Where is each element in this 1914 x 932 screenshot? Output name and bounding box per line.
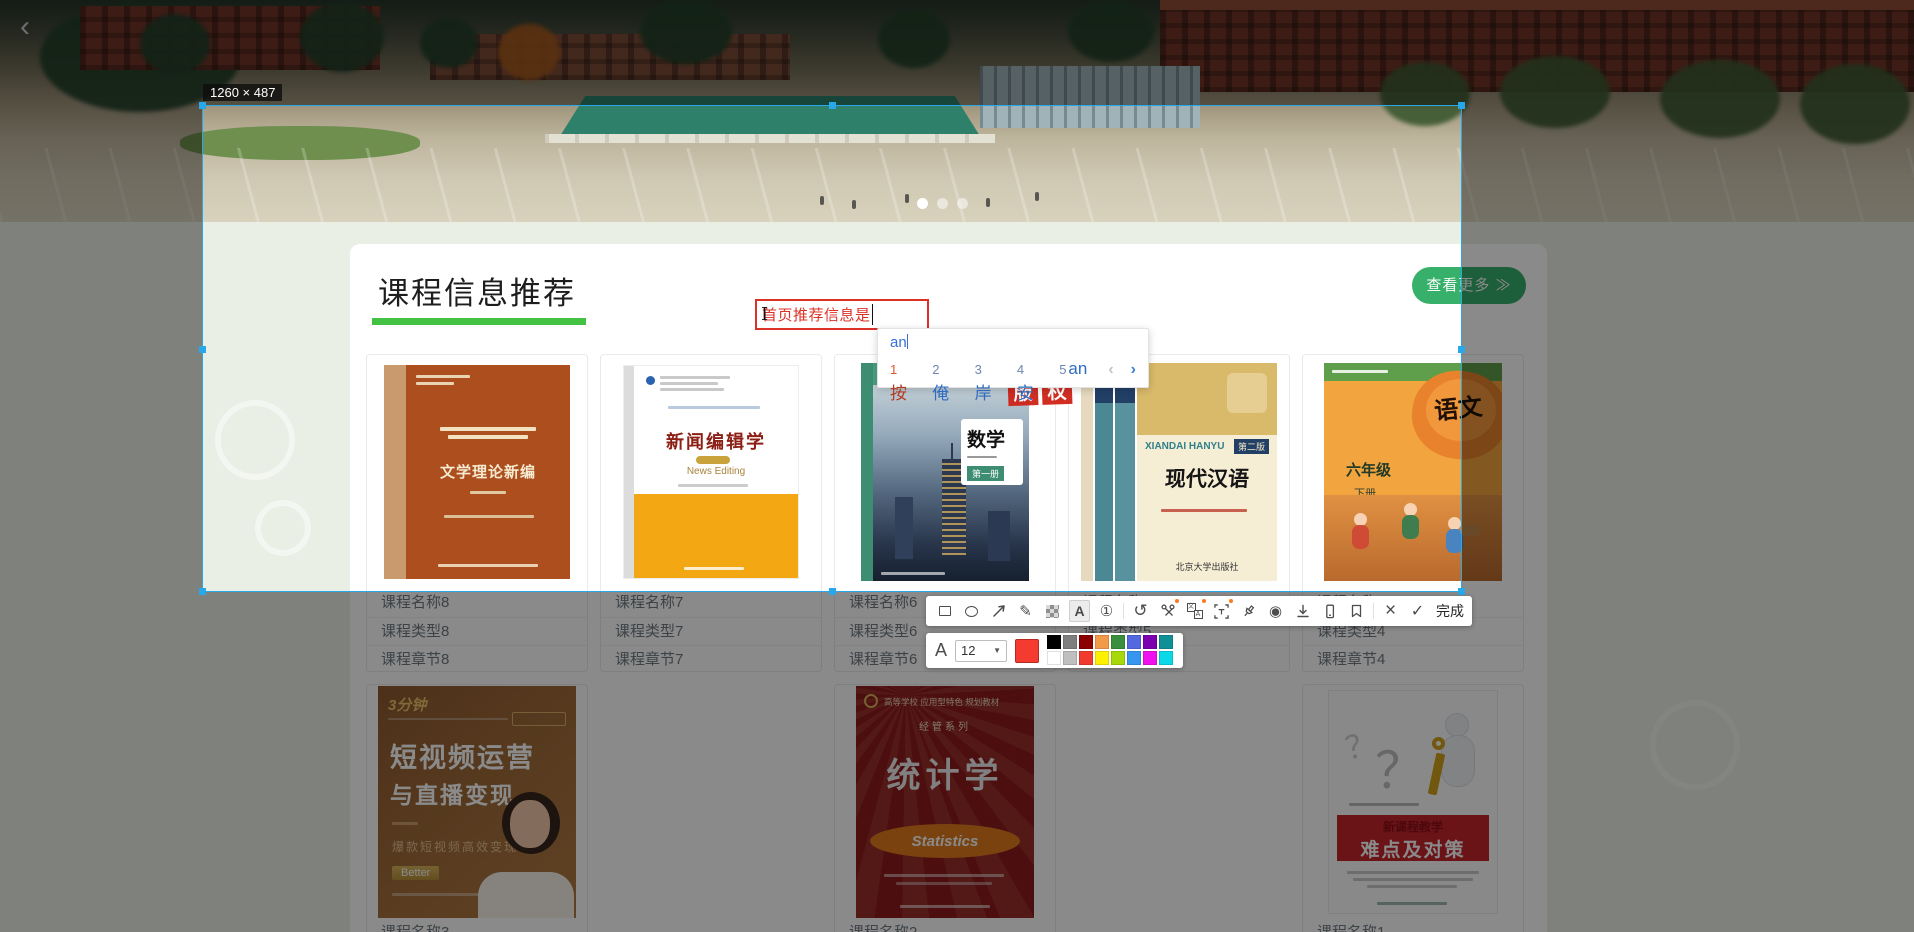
candidate-index: 4 xyxy=(1016,362,1025,377)
candidate-text: 岸 xyxy=(974,384,992,403)
ime-candidate[interactable]: 2俺 xyxy=(932,361,957,404)
text-caret xyxy=(871,304,873,325)
ime-candidate-list: 1按 2俺 3岸 4安 5 an ‹ › xyxy=(890,359,1136,404)
ime-caret xyxy=(906,334,908,349)
palette-color[interactable] xyxy=(1127,635,1142,649)
text-style-toolbar: A 12 ▼ xyxy=(926,633,1184,668)
ime-prev-page-icon[interactable]: ‹ xyxy=(1108,361,1113,379)
chevron-down-icon: ▼ xyxy=(993,646,1002,655)
palette-color[interactable] xyxy=(1143,651,1158,665)
screen: ‹ 课程信息推荐 查看更多 ≫ 文学理论新编 课程名称8 课程类型8 课程章节8… xyxy=(0,0,1914,932)
color-palette xyxy=(1047,635,1174,666)
dim-overlay-right xyxy=(1462,105,1914,592)
notification-dot xyxy=(1201,598,1207,604)
text-tool-icon[interactable]: A xyxy=(1069,600,1090,622)
candidate-index: 1 xyxy=(890,362,898,377)
font-size-dropdown[interactable]: 12 ▼ xyxy=(955,639,1008,662)
pin-tool-icon[interactable] xyxy=(1238,600,1259,622)
pencil-tool-icon[interactable]: ✎ xyxy=(1015,600,1036,622)
palette-color[interactable] xyxy=(1159,651,1174,665)
ime-next-page-icon[interactable]: › xyxy=(1131,361,1136,379)
mosaic-tool-icon[interactable] xyxy=(1042,600,1063,622)
ime-candidate[interactable]: 5 an xyxy=(1059,359,1087,379)
ocr-tool-icon[interactable] xyxy=(1211,598,1234,622)
palette-color[interactable] xyxy=(1143,635,1158,649)
selection-size-label: 1260 × 487 xyxy=(203,84,283,101)
palette-color[interactable] xyxy=(1127,651,1142,665)
selection-handle[interactable] xyxy=(1458,346,1465,353)
notification-dot xyxy=(1174,598,1180,604)
palette-color[interactable] xyxy=(1111,635,1126,649)
done-label[interactable]: 完成 xyxy=(1436,601,1464,621)
undo-icon[interactable]: ↺ xyxy=(1130,600,1151,622)
annotation-text: 首页推荐信息是 xyxy=(762,307,871,324)
palette-color[interactable] xyxy=(1079,635,1094,649)
palette-color[interactable] xyxy=(1111,651,1126,665)
font-indicator: A xyxy=(935,640,948,660)
save-download-icon[interactable] xyxy=(1292,600,1313,622)
font-size-value: 12 xyxy=(961,643,976,658)
ellipse-tool-icon[interactable] xyxy=(961,600,982,622)
palette-color[interactable] xyxy=(1063,635,1078,649)
candidate-text: 俺 xyxy=(932,384,950,403)
mosaic-glyph xyxy=(1046,604,1059,618)
translate-glyph: 文A xyxy=(1186,603,1203,619)
ime-composition: an xyxy=(890,334,907,351)
cancel-capture-icon[interactable]: × xyxy=(1380,600,1401,622)
rectangle-glyph xyxy=(938,606,951,616)
rectangle-tool-icon[interactable] xyxy=(934,600,955,622)
palette-color[interactable] xyxy=(1079,651,1094,665)
ime-candidate-window: an 1按 2俺 3岸 4安 5 an ‹ › xyxy=(877,328,1149,403)
notification-dot xyxy=(1228,598,1234,604)
translate-glyph-en: A xyxy=(1193,610,1203,619)
ime-candidate[interactable]: 4安 xyxy=(1017,361,1042,404)
palette-color[interactable] xyxy=(1063,651,1078,665)
selection-handle[interactable] xyxy=(829,588,836,595)
palette-color[interactable] xyxy=(1095,651,1110,665)
screen-record-icon[interactable]: ◉ xyxy=(1265,600,1286,622)
favorite-bookmark-icon[interactable] xyxy=(1346,600,1367,622)
selection-handle[interactable] xyxy=(199,346,206,353)
annotation-text-box[interactable]: I 首页推荐信息是 xyxy=(755,299,929,330)
capture-toolbar: ✎ A ① ↺ 文A ◉ × ✓ 完成 xyxy=(926,596,1472,626)
toolbar-separator xyxy=(1123,603,1124,619)
current-color-swatch[interactable] xyxy=(1015,638,1040,663)
selection-handle[interactable] xyxy=(199,102,206,109)
ellipse-glyph xyxy=(965,605,978,617)
palette-color[interactable] xyxy=(1047,635,1062,649)
candidate-index: 5 xyxy=(1059,362,1067,377)
dim-overlay-top xyxy=(0,0,1914,105)
candidate-text: 安 xyxy=(1016,384,1034,403)
candidate-index: 2 xyxy=(932,362,940,377)
selection-handle[interactable] xyxy=(829,102,836,109)
palette-color[interactable] xyxy=(1159,635,1174,649)
text-cursor-ibeam: I xyxy=(761,304,769,325)
palette-color[interactable] xyxy=(1095,635,1110,649)
arrow-tool-icon[interactable] xyxy=(988,600,1009,622)
ime-candidate[interactable]: 1按 xyxy=(890,361,915,404)
confirm-capture-icon[interactable]: ✓ xyxy=(1407,600,1428,622)
send-to-phone-icon[interactable] xyxy=(1319,600,1340,622)
step-number-tool-icon[interactable]: ① xyxy=(1096,600,1117,622)
candidate-text: 按 xyxy=(890,384,907,403)
palette-color[interactable] xyxy=(1047,651,1062,665)
toolbar-separator xyxy=(1373,603,1374,619)
candidate-text: an xyxy=(1068,359,1088,378)
selection-handle[interactable] xyxy=(1458,102,1465,109)
selection-handle[interactable] xyxy=(199,588,206,595)
translate-tool-icon[interactable]: 文A xyxy=(1184,598,1207,622)
candidate-index: 3 xyxy=(974,362,982,377)
cut-tool-icon[interactable] xyxy=(1157,598,1180,622)
selection-handle[interactable] xyxy=(1458,588,1465,595)
capture-selection-rect[interactable] xyxy=(199,102,1465,595)
dim-overlay-left xyxy=(0,105,202,592)
ime-candidate[interactable]: 3岸 xyxy=(975,361,1000,404)
